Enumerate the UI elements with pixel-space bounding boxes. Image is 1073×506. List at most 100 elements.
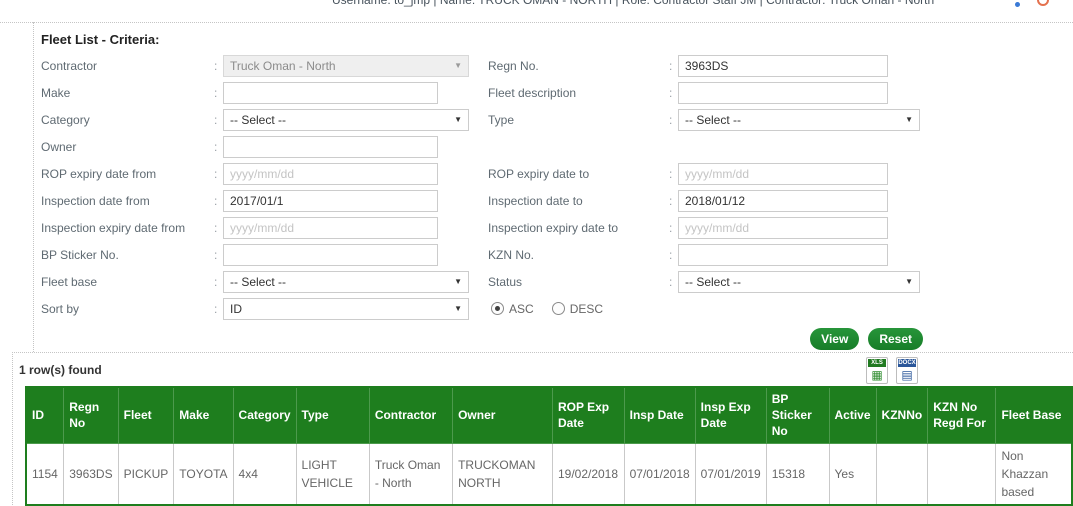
contractor-select-value: Truck Oman - North <box>230 58 336 73</box>
colon: : <box>669 274 673 289</box>
colon: : <box>214 58 218 73</box>
form-field: Inspection expiry date to: <box>488 214 1073 241</box>
cell-kznno <box>875 442 929 506</box>
sort-by-label: Sort by <box>41 301 80 316</box>
cell-fleet-base: Non Khazzan based <box>995 442 1073 506</box>
colon: : <box>214 301 218 316</box>
form-field: Category: -- Select -- ▼ <box>41 106 488 133</box>
colon: : <box>669 58 673 73</box>
form-field: Inspection date to: <box>488 187 1073 214</box>
col-header-regn-no: Regn No <box>63 386 119 444</box>
cell-id: 1154 <box>25 442 65 506</box>
inspection-date-to-label: Inspection date to <box>488 193 583 208</box>
radio-desc-icon[interactable] <box>551 302 565 315</box>
type-select[interactable]: -- Select -- ▼ <box>678 108 920 131</box>
category-select-value: -- Select -- <box>230 112 287 127</box>
regn-no-input[interactable] <box>678 54 888 77</box>
form-field: KZN No.: <box>488 241 1073 268</box>
colon: : <box>214 274 218 289</box>
colon: : <box>214 247 218 262</box>
row-count: 1 row(s) found <box>19 363 102 377</box>
rop-expiry-date-from-input[interactable] <box>223 162 438 185</box>
radio-option-asc[interactable]: ASC <box>491 302 534 316</box>
form-field: Inspection date from: <box>41 187 488 214</box>
type-label: Type <box>488 112 515 127</box>
results-header: 1 row(s) found XLS DOCX <box>13 352 1073 386</box>
col-header-active: Active <box>828 386 877 444</box>
cell-category: 4x4 <box>232 442 297 506</box>
empty-cell <box>488 133 1073 160</box>
colon: : <box>669 193 673 208</box>
rop-expiry-date-to-label: ROP expiry date to <box>488 166 590 181</box>
view-button[interactable]: View <box>810 328 860 350</box>
col-header-owner: Owner <box>452 386 553 444</box>
criteria-form: Contractor:Truck Oman - North▼Regn No.:M… <box>41 52 1073 322</box>
form-field: Fleet base: -- Select -- ▼ <box>41 268 488 295</box>
col-header-type: Type <box>295 386 370 444</box>
category-label: Category <box>41 112 90 127</box>
fleet-base-select[interactable]: -- Select -- ▼ <box>223 270 469 293</box>
colon: : <box>214 166 218 181</box>
sort-direction-radio-group: ASC DESC <box>491 302 603 316</box>
form-row: Inspection expiry date from:Inspection e… <box>41 214 1073 241</box>
col-header-bp-sticker-no: BP Sticker No <box>765 386 830 444</box>
chevron-down-icon: ▼ <box>905 277 913 286</box>
form-field: ASC DESC <box>488 295 1073 322</box>
form-field: Owner: <box>41 133 488 160</box>
colon: : <box>669 166 673 181</box>
kzn-no-input[interactable] <box>678 243 888 266</box>
owner-input[interactable] <box>223 135 438 158</box>
radio-asc-icon[interactable] <box>491 302 504 315</box>
type-select-value: -- Select -- <box>685 112 742 127</box>
bp-sticker-no-input[interactable] <box>223 243 438 266</box>
form-row: Contractor: Truck Oman - North ▼ Regn No.: <box>41 52 1073 79</box>
rop-expiry-date-to-input[interactable] <box>678 162 888 185</box>
colon: : <box>214 139 218 154</box>
help-icon[interactable] <box>1015 2 1020 7</box>
logout-icon[interactable] <box>1037 0 1049 6</box>
col-header-fleet: Fleet <box>117 386 175 444</box>
cell-active: Yes <box>828 442 877 506</box>
export-xls-icon[interactable]: XLS <box>866 357 888 384</box>
radio-option-desc[interactable]: DESC <box>551 302 603 316</box>
form-row: BP Sticker No.: KZN No.: <box>41 241 1073 268</box>
chevron-down-icon: ▼ <box>454 115 462 124</box>
col-header-kzn-no-regd-for: KZN No Regd For <box>927 386 997 444</box>
form-field: BP Sticker No.: <box>41 241 488 268</box>
cell-rop-exp-date: 19/02/2018 <box>551 442 625 506</box>
sort-by-select[interactable]: ID ▼ <box>223 297 469 320</box>
reset-button[interactable]: Reset <box>868 328 923 350</box>
fleet-base-label: Fleet base <box>41 274 98 289</box>
form-field: Make: <box>41 79 488 106</box>
inspection-date-from-label: Inspection date from <box>41 193 150 208</box>
kzn-no-label: KZN No. <box>488 247 535 262</box>
inspection-expiry-date-to-input[interactable] <box>678 216 888 239</box>
cell-owner: TRUCKOMAN NORTH <box>452 442 553 506</box>
contractor-select[interactable]: Truck Oman - North ▼ <box>223 54 469 77</box>
chevron-down-icon: ▼ <box>905 115 913 124</box>
colon: : <box>214 85 218 100</box>
criteria-panel: Fleet List - Criteria: Contractor: Truck … <box>33 22 1073 352</box>
export-docx-icon[interactable]: DOCX <box>896 357 918 384</box>
form-field: Type: -- Select -- ▼ <box>488 106 1073 133</box>
inspection-date-from-input[interactable] <box>223 189 438 212</box>
inspection-date-to-input[interactable] <box>678 189 888 212</box>
form-field: Regn No.: <box>488 52 1073 79</box>
status-select[interactable]: -- Select -- ▼ <box>678 270 920 293</box>
form-field: ROP expiry date to: <box>488 160 1073 187</box>
status-label: Status <box>488 274 523 289</box>
make-input[interactable] <box>223 81 438 104</box>
inspection-expiry-date-from-input[interactable] <box>223 216 438 239</box>
user-info-text: Username: to_jmp | Name: TRUCK OMAN - NO… <box>332 0 935 7</box>
table-header-row: ID Regn No Fleet Make Category Type Contractor… <box>25 386 1073 444</box>
col-header-contractor: Contractor <box>368 386 454 444</box>
export-buttons: XLS DOCX <box>866 357 918 384</box>
status-select-value: -- Select -- <box>685 274 742 289</box>
col-header-insp-date: Insp Date <box>623 386 696 444</box>
fleet-base-select-value: -- Select -- <box>230 274 287 289</box>
cell-regn-no: 3963DS <box>63 442 119 506</box>
panel-title: Fleet List - Criteria: <box>41 32 160 47</box>
fleet-description-input[interactable] <box>678 81 888 104</box>
category-select[interactable]: -- Select -- ▼ <box>223 108 469 131</box>
form-field: Inspection expiry date from: <box>41 214 488 241</box>
